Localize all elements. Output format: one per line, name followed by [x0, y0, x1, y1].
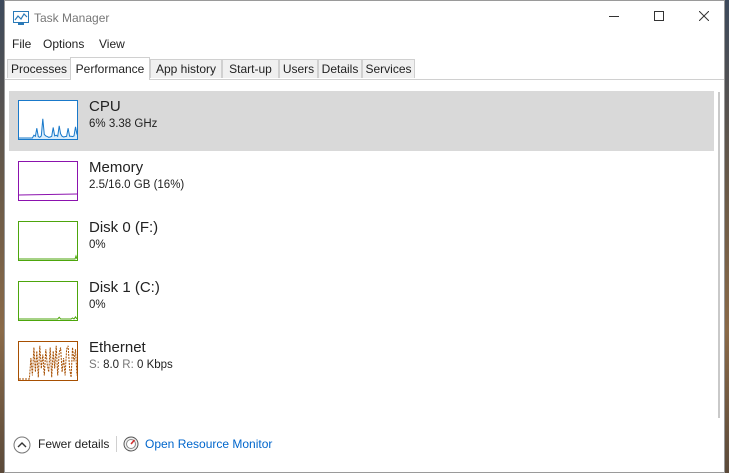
cpu-graph: [18, 100, 78, 140]
resource-title: Ethernet: [89, 339, 146, 356]
performance-panel: CPU 6% 3.38 GHz Memory 2.5/16.0 GB (16%)…: [5, 80, 726, 424]
resource-detail: S: 8.0 R: 0 Kbps: [89, 359, 173, 371]
memory-usage-line: [19, 193, 77, 196]
fewer-details-button[interactable]: Fewer details: [38, 437, 109, 451]
tab-services[interactable]: Services: [362, 59, 415, 78]
resource-row-cpu[interactable]: CPU 6% 3.38 GHz: [9, 91, 714, 151]
close-icon: [698, 8, 709, 26]
resource-title: Memory: [89, 159, 144, 176]
window-title: Task Manager: [34, 11, 110, 25]
tab-details[interactable]: Details: [318, 59, 362, 78]
usage-sparkline: [19, 316, 77, 320]
disk-0-graph: [18, 221, 78, 261]
footer-separator: [116, 436, 117, 452]
send-value: 8.0: [103, 359, 120, 371]
resource-row-memory[interactable]: Memory 2.5/16.0 GB (16%): [9, 152, 714, 212]
tab-strip: Processes Performance App history Start-…: [5, 57, 724, 80]
usage-sparkline: [19, 118, 77, 139]
resource-detail: 0%: [89, 239, 106, 251]
tab-users[interactable]: Users: [279, 59, 318, 78]
usage-sparkline: [19, 193, 77, 196]
minimize-button[interactable]: [591, 1, 636, 33]
title-bar[interactable]: Task Manager: [5, 1, 724, 33]
memory-graph: [18, 161, 78, 201]
resource-detail: 0%: [89, 299, 106, 311]
open-resource-monitor-link[interactable]: Open Resource Monitor: [145, 437, 272, 451]
send-label: S:: [89, 359, 100, 371]
tab-start-up[interactable]: Start-up: [222, 59, 279, 78]
vertical-scrollbar[interactable]: [718, 92, 720, 418]
menu-view[interactable]: View: [99, 37, 125, 51]
resource-monitor-icon: [123, 436, 139, 457]
usage-sparkline: [19, 345, 77, 380]
collapse-chevron-icon[interactable]: [13, 436, 31, 459]
resource-title: Disk 0 (F:): [89, 219, 159, 236]
ethernet-graph: [18, 341, 78, 381]
close-button[interactable]: [681, 1, 726, 33]
footer: Fewer details Open Resource Monitor: [5, 424, 724, 464]
usage-line: [19, 345, 77, 380]
resource-detail: 6% 3.38 GHz: [89, 118, 158, 130]
resource-title: Disk 1 (C:): [89, 279, 160, 296]
menu-options[interactable]: Options: [43, 37, 84, 51]
receive-value: 0 Kbps: [136, 359, 173, 371]
usage-sparkline: [19, 254, 77, 260]
menu-bar: File Options View: [5, 34, 724, 54]
task-manager-icon: [13, 11, 29, 25]
resource-row-disk-1[interactable]: Disk 1 (C:) 0%: [9, 272, 714, 332]
maximize-icon: [653, 8, 664, 26]
disk-1-graph: [18, 281, 78, 321]
tab-performance[interactable]: Performance: [70, 57, 150, 80]
resource-row-disk-0[interactable]: Disk 0 (F:) 0%: [9, 212, 714, 272]
minimize-icon: [608, 8, 619, 26]
resource-title: CPU: [89, 98, 121, 115]
tab-processes[interactable]: Processes: [7, 59, 71, 78]
resource-row-ethernet[interactable]: Ethernet S: 8.0 R: 0 Kbps: [9, 332, 714, 392]
resource-detail: 2.5/16.0 GB (16%): [89, 179, 185, 191]
disk-activity-line: [19, 254, 77, 260]
menu-file[interactable]: File: [12, 37, 31, 51]
tab-app-history[interactable]: App history: [150, 59, 222, 78]
task-manager-window: Task Manager File Options View Processes…: [4, 0, 725, 473]
usage-line: [19, 316, 77, 320]
maximize-button[interactable]: [636, 1, 681, 33]
receive-label: R:: [122, 359, 134, 371]
